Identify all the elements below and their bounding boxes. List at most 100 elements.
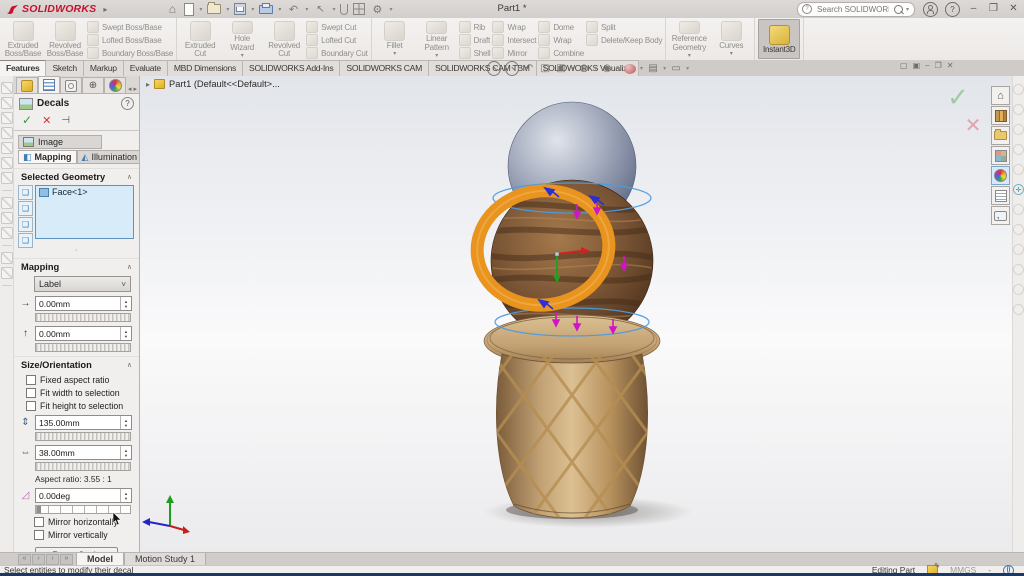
checkbox-row-mirror-horizontally[interactable]: Mirror horizontally (34, 517, 139, 527)
dropdown-caret-icon[interactable] (389, 6, 392, 13)
new-window-icon[interactable]: ▢ (900, 61, 908, 70)
select-face-button[interactable]: ❑ (18, 185, 33, 200)
size-orientation-header[interactable]: Size/Orientation (14, 356, 139, 372)
file-explorer-icon[interactable] (991, 126, 1010, 145)
attachment-icon[interactable] (340, 4, 348, 15)
selected-geometry-list[interactable]: Face<1> (35, 185, 134, 239)
reference-geometry-button[interactable]: Reference Geometry (669, 19, 709, 59)
extruded-cut-button[interactable]: Extruded Cut (180, 19, 220, 59)
split-button[interactable]: Split (586, 21, 662, 33)
search-box[interactable]: ? (797, 2, 915, 17)
decal-height-slider[interactable] (35, 432, 131, 441)
view-tool-icon[interactable] (1, 82, 13, 94)
select-surface-button[interactable]: ❑ (18, 201, 33, 216)
hide-show-items-icon[interactable]: ◉ (601, 62, 613, 75)
revolved-boss-base-button[interactable]: Revolved Boss/Base (45, 19, 85, 59)
ok-button[interactable]: ✓ (22, 113, 32, 127)
dropdown-caret-icon[interactable] (251, 6, 254, 13)
dropdown-caret-icon[interactable] (686, 65, 689, 72)
dome-button[interactable]: Dome (538, 21, 584, 33)
decal-height-input[interactable]: 135.00mm (35, 415, 132, 430)
study-nav-icon[interactable]: › (46, 554, 59, 565)
vertical-offset-slider[interactable] (35, 343, 131, 352)
dimxpert-tab[interactable]: ⊕ (82, 77, 104, 93)
tab-solidworks-add-ins[interactable]: SOLIDWORKS Add-Ins (243, 60, 340, 76)
resources-home-icon[interactable] (991, 86, 1010, 105)
view-palette-icon[interactable] (991, 146, 1010, 165)
instant3d-button[interactable]: Instant3D (758, 19, 800, 59)
decal-width-slider[interactable] (35, 462, 131, 471)
mapping-style-dropdown[interactable]: Label (34, 276, 131, 292)
render-tool-icon[interactable] (1013, 264, 1024, 275)
tab-image[interactable]: Image (18, 135, 102, 149)
restore-doc-icon[interactable]: ❐ (935, 61, 942, 70)
dropdown-caret-icon[interactable] (199, 6, 202, 13)
dropdown-caret-icon[interactable] (226, 6, 229, 13)
checkbox-row-mirror-vertically[interactable]: Mirror vertically (34, 530, 139, 540)
display-style-icon[interactable]: ◍ (578, 62, 590, 75)
display-manager-tab[interactable] (104, 77, 126, 93)
lofted-cut-button[interactable]: Lofted Cut (306, 34, 368, 46)
zoom-fit-icon[interactable] (487, 61, 501, 76)
view-tool-icon[interactable] (1, 112, 13, 124)
mirror-horizontally-checkbox[interactable] (34, 517, 44, 527)
minimize-icon[interactable]: – (967, 2, 980, 15)
checkbox-row-fit-height-to-selection[interactable]: Fit height to selection (26, 401, 139, 411)
tab-mapping[interactable]: ◧ Mapping (18, 150, 77, 164)
dropdown-caret-icon[interactable] (435, 53, 438, 59)
tab-mbd-dimensions[interactable]: MBD Dimensions (168, 60, 243, 76)
curves-button[interactable]: Curves (711, 19, 751, 59)
spinner-buttons[interactable] (120, 446, 131, 459)
view-settings-icon[interactable]: ▭ (670, 62, 682, 75)
view-tool-icon[interactable] (1, 267, 13, 279)
pin-icon[interactable]: ⊣ (61, 115, 70, 126)
combine-button[interactable]: Combine (538, 47, 584, 59)
settings-gear-icon[interactable] (370, 3, 384, 16)
study-nav-icon[interactable]: » (60, 554, 73, 565)
render-tool-icon[interactable] (1013, 84, 1024, 95)
view-tool-icon[interactable] (1, 252, 13, 264)
tab-markup[interactable]: Markup (84, 60, 124, 76)
fit-height-to-selection-checkbox[interactable] (26, 401, 36, 411)
select-body-button[interactable]: ❑ (18, 217, 33, 232)
save-icon[interactable] (234, 3, 246, 15)
tabs-scroll-left-icon[interactable]: ◂ (128, 85, 132, 93)
fit-width-to-selection-checkbox[interactable] (26, 388, 36, 398)
linear-pattern-button[interactable]: Linear Pattern (417, 19, 457, 59)
print-icon[interactable] (259, 5, 273, 14)
extruded-boss-base-button[interactable]: Extruded Boss/Base (3, 19, 43, 59)
render-tool-icon[interactable] (1013, 124, 1024, 135)
forum-icon[interactable] (991, 206, 1010, 225)
dropdown-caret-icon[interactable] (688, 53, 691, 59)
study-nav-icon[interactable]: « (18, 554, 31, 565)
tab-solidworks-cam[interactable]: SOLIDWORKS CAM (340, 60, 429, 76)
view-tool-icon[interactable] (1, 172, 13, 184)
checkbox-row-fixed-aspect-ratio[interactable]: Fixed aspect ratio (26, 375, 139, 385)
dropdown-caret-icon[interactable] (278, 6, 281, 13)
horizontal-offset-slider[interactable] (35, 313, 131, 322)
new-document-icon[interactable] (184, 3, 194, 16)
view-tool-icon[interactable] (1, 142, 13, 154)
dropdown-caret-icon[interactable] (640, 65, 643, 72)
dropdown-caret-icon[interactable] (571, 65, 574, 72)
horizontal-offset-input[interactable]: 0.00mm (35, 296, 132, 311)
previous-view-icon[interactable]: ↶ (523, 62, 535, 75)
tab-sketch[interactable]: Sketch (46, 60, 83, 76)
tile-window-icon[interactable]: ▣ (913, 61, 921, 70)
tab-illumination[interactable]: ◭ Illumination (77, 150, 140, 164)
custom-properties-icon[interactable] (991, 186, 1010, 205)
spinner-buttons[interactable] (120, 489, 131, 502)
dropdown-caret-icon[interactable] (332, 6, 335, 13)
study-nav-icon[interactable]: ‹ (32, 554, 45, 565)
render-tool-icon[interactable] (1013, 304, 1024, 315)
mirror-vertically-checkbox[interactable] (34, 530, 44, 540)
dropdown-caret-icon[interactable] (663, 65, 666, 72)
delete-keep-body-button[interactable]: Delete/Keep Body (586, 34, 662, 46)
render-tool-icon[interactable] (1013, 104, 1024, 115)
fillet-button[interactable]: Fillet (375, 19, 415, 59)
select-plane-button[interactable]: ❑ (18, 233, 33, 248)
boundary-boss-base-button[interactable]: Boundary Boss/Base (87, 47, 173, 59)
dropdown-caret-icon[interactable] (305, 6, 308, 13)
tab-evaluate[interactable]: Evaluate (124, 60, 168, 76)
render-tool-icon[interactable] (1013, 224, 1024, 235)
